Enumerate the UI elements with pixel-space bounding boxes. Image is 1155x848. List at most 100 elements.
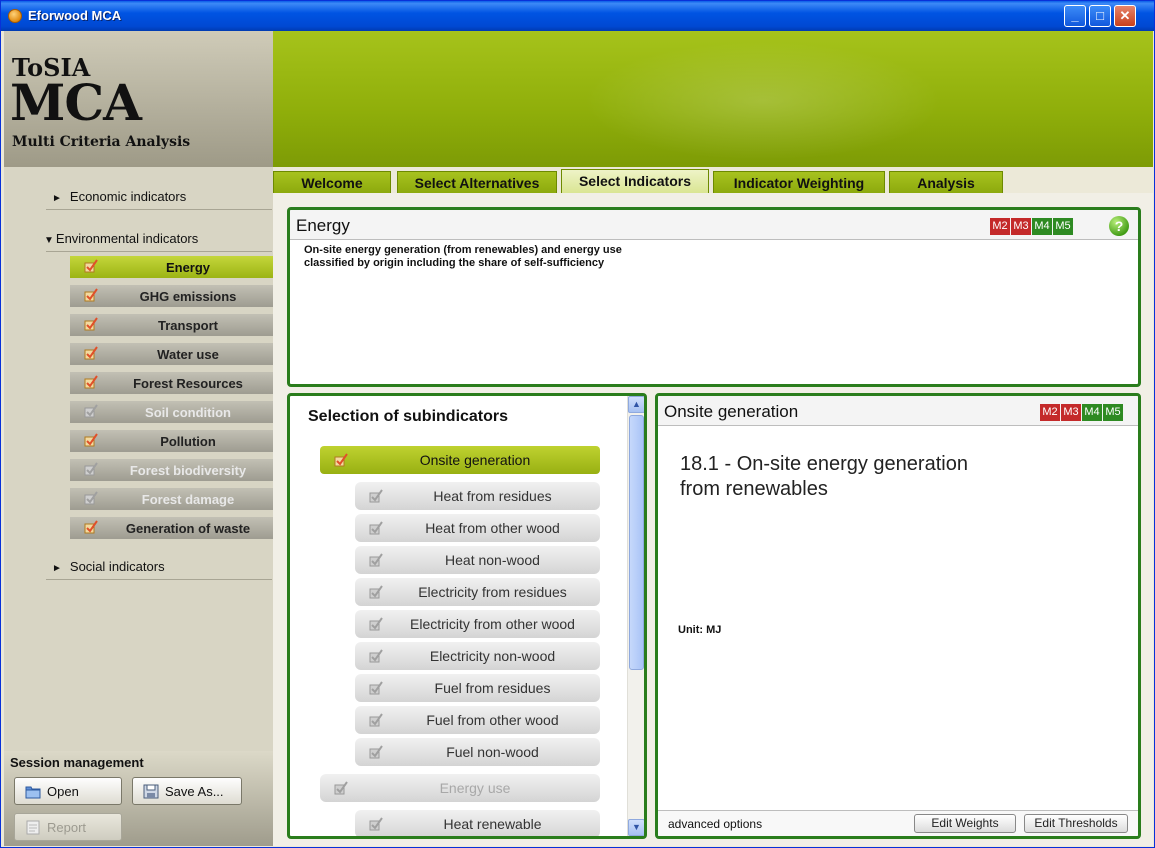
subindicator-scrollbar[interactable]: ▲ ▼ bbox=[627, 396, 644, 836]
energy-panel-header: Energy M2 M3 M4 M5 ? bbox=[290, 210, 1138, 240]
category-economic[interactable]: ► Economic indicators bbox=[52, 189, 186, 204]
subindicator-label: Energy use bbox=[439, 780, 511, 796]
sidebar-item-label: Transport bbox=[158, 318, 218, 333]
maximize-button[interactable]: □ bbox=[1089, 5, 1111, 27]
subindicator-label: Heat from other wood bbox=[425, 520, 560, 536]
badge-m2[interactable]: M2 bbox=[1040, 404, 1060, 421]
checkbox-icon[interactable] bbox=[84, 520, 98, 534]
subindicator-label: Fuel from residues bbox=[434, 680, 551, 696]
checkbox-icon[interactable] bbox=[369, 553, 383, 567]
minimize-button[interactable]: _ bbox=[1064, 5, 1086, 27]
energy-panel: Energy M2 M3 M4 M5 ? On-site energy gene… bbox=[287, 207, 1141, 387]
category-environmental[interactable]: ▼ Environmental indicators bbox=[44, 231, 198, 246]
save-as-button[interactable]: Save As... bbox=[132, 777, 242, 805]
checkbox-icon[interactable] bbox=[334, 453, 348, 467]
sidebar-item-label: Forest Resources bbox=[133, 376, 243, 391]
scroll-up-icon[interactable]: ▲ bbox=[628, 396, 644, 413]
subindicator-label: Heat renewable bbox=[443, 816, 542, 832]
tab-select-indicators[interactable]: Select Indicators bbox=[561, 169, 709, 195]
sidebar-item-forest-biodiversity[interactable]: Forest biodiversity bbox=[70, 459, 276, 481]
subindicator-energy-use[interactable]: Energy use bbox=[320, 774, 600, 802]
app-icon bbox=[8, 9, 22, 23]
checkbox-icon[interactable] bbox=[334, 781, 348, 795]
save-icon bbox=[143, 784, 159, 799]
checkbox-icon[interactable] bbox=[369, 489, 383, 503]
report-button[interactable]: Report bbox=[14, 813, 122, 841]
checkbox-icon[interactable] bbox=[84, 375, 98, 389]
help-icon[interactable]: ? bbox=[1109, 216, 1129, 236]
subindicator-onsite-generation[interactable]: Onsite generation bbox=[320, 446, 600, 474]
badge-m5[interactable]: M5 bbox=[1053, 218, 1073, 235]
checkbox-icon[interactable] bbox=[84, 433, 98, 447]
edit-thresholds-button[interactable]: Edit Thresholds bbox=[1024, 814, 1128, 833]
logo-area: ToSIA MCA Multi Criteria Analysis bbox=[4, 31, 273, 167]
tab-analysis[interactable]: Analysis bbox=[889, 171, 1003, 195]
subindicator-heat-non-wood[interactable]: Heat non-wood bbox=[355, 546, 600, 574]
checkbox-icon[interactable] bbox=[369, 713, 383, 727]
badge-m5[interactable]: M5 bbox=[1103, 404, 1123, 421]
checkbox-icon[interactable] bbox=[84, 259, 98, 273]
badge-m3[interactable]: M3 bbox=[1011, 218, 1031, 235]
scroll-thumb[interactable] bbox=[629, 415, 644, 670]
sidebar-item-forest-resources[interactable]: Forest Resources bbox=[70, 372, 276, 394]
subindicator-fuel-from-other-wood[interactable]: Fuel from other wood bbox=[355, 706, 600, 734]
checkbox-icon[interactable] bbox=[84, 288, 98, 302]
tab-welcome[interactable]: Welcome bbox=[273, 171, 391, 195]
sidebar-item-transport[interactable]: Transport bbox=[70, 314, 276, 336]
badge-m4[interactable]: M4 bbox=[1082, 404, 1102, 421]
subindicator-heat-from-other-wood[interactable]: Heat from other wood bbox=[355, 514, 600, 542]
subindicator-label: Fuel non-wood bbox=[446, 744, 539, 760]
category-social[interactable]: ► Social indicators bbox=[52, 559, 165, 574]
sidebar-item-label: Water use bbox=[157, 347, 219, 362]
subindicator-label: Electricity non-wood bbox=[429, 648, 556, 664]
checkbox-icon[interactable] bbox=[369, 521, 383, 535]
sidebar-item-generation-of-waste[interactable]: Generation of waste bbox=[70, 517, 276, 539]
checkbox-icon[interactable] bbox=[84, 317, 98, 331]
checkbox-icon[interactable] bbox=[369, 681, 383, 695]
advanced-options-link[interactable]: advanced options bbox=[668, 817, 762, 831]
sidebar-item-soil-condition[interactable]: Soil condition bbox=[70, 401, 276, 423]
subindicator-heat-renewable[interactable]: Heat renewable bbox=[355, 810, 600, 836]
detail-panel: Onsite generation M2 M3 M4 M5 18.1 - On-… bbox=[655, 393, 1141, 839]
sidebar-item-label: Forest damage bbox=[141, 492, 235, 507]
sidebar-item-energy[interactable]: Energy bbox=[70, 256, 276, 278]
sidebar-item-forest-damage[interactable]: Forest damage bbox=[70, 488, 276, 510]
edit-weights-button[interactable]: Edit Weights bbox=[914, 814, 1016, 833]
scroll-down-icon[interactable]: ▼ bbox=[628, 819, 644, 836]
sidebar-item-label: Generation of waste bbox=[125, 521, 251, 536]
sidebar-item-ghg-emissions[interactable]: GHG emissions bbox=[70, 285, 276, 307]
badge-m2[interactable]: M2 bbox=[990, 218, 1010, 235]
checkbox-icon[interactable] bbox=[84, 462, 98, 476]
session-title: Session management bbox=[10, 755, 144, 770]
subindicator-electricity-from-residues[interactable]: Electricity from residues bbox=[355, 578, 600, 606]
close-button[interactable]: ✕ bbox=[1114, 5, 1136, 27]
subindicator-label: Fuel from other wood bbox=[426, 712, 559, 728]
session-management: Session management Open Save As... Repor… bbox=[4, 751, 273, 846]
sidebar-item-label: Pollution bbox=[160, 434, 216, 449]
tab-indicator-weighting[interactable]: Indicator Weighting bbox=[713, 171, 885, 195]
report-icon bbox=[26, 820, 40, 835]
sidebar-item-pollution[interactable]: Pollution bbox=[70, 430, 276, 452]
tab-select-alternatives[interactable]: Select Alternatives bbox=[397, 171, 557, 195]
checkbox-icon[interactable] bbox=[369, 649, 383, 663]
subindicator-electricity-from-other-wood[interactable]: Electricity from other wood bbox=[355, 610, 600, 638]
checkbox-icon[interactable] bbox=[84, 491, 98, 505]
checkbox-icon[interactable] bbox=[84, 346, 98, 360]
title-bar[interactable]: Eforwood MCA _ □ ✕ bbox=[1, 1, 1154, 31]
checkbox-icon[interactable] bbox=[369, 585, 383, 599]
badge-m3[interactable]: M3 bbox=[1061, 404, 1081, 421]
checkbox-icon[interactable] bbox=[369, 745, 383, 759]
checkbox-icon[interactable] bbox=[84, 404, 98, 418]
subindicator-fuel-from-residues[interactable]: Fuel from residues bbox=[355, 674, 600, 702]
checkbox-icon[interactable] bbox=[369, 617, 383, 631]
subindicator-fuel-non-wood[interactable]: Fuel non-wood bbox=[355, 738, 600, 766]
sidebar-item-label: Forest biodiversity bbox=[129, 463, 247, 478]
sidebar-item-water-use[interactable]: Water use bbox=[70, 343, 276, 365]
badge-m4[interactable]: M4 bbox=[1032, 218, 1052, 235]
subindicator-label: Electricity from other wood bbox=[410, 616, 575, 632]
subindicator-electricity-non-wood[interactable]: Electricity non-wood bbox=[355, 642, 600, 670]
subindicator-heat-from-residues[interactable]: Heat from residues bbox=[355, 482, 600, 510]
checkbox-icon[interactable] bbox=[369, 817, 383, 831]
sidebar-item-label: Energy bbox=[165, 260, 211, 275]
open-button[interactable]: Open bbox=[14, 777, 122, 805]
